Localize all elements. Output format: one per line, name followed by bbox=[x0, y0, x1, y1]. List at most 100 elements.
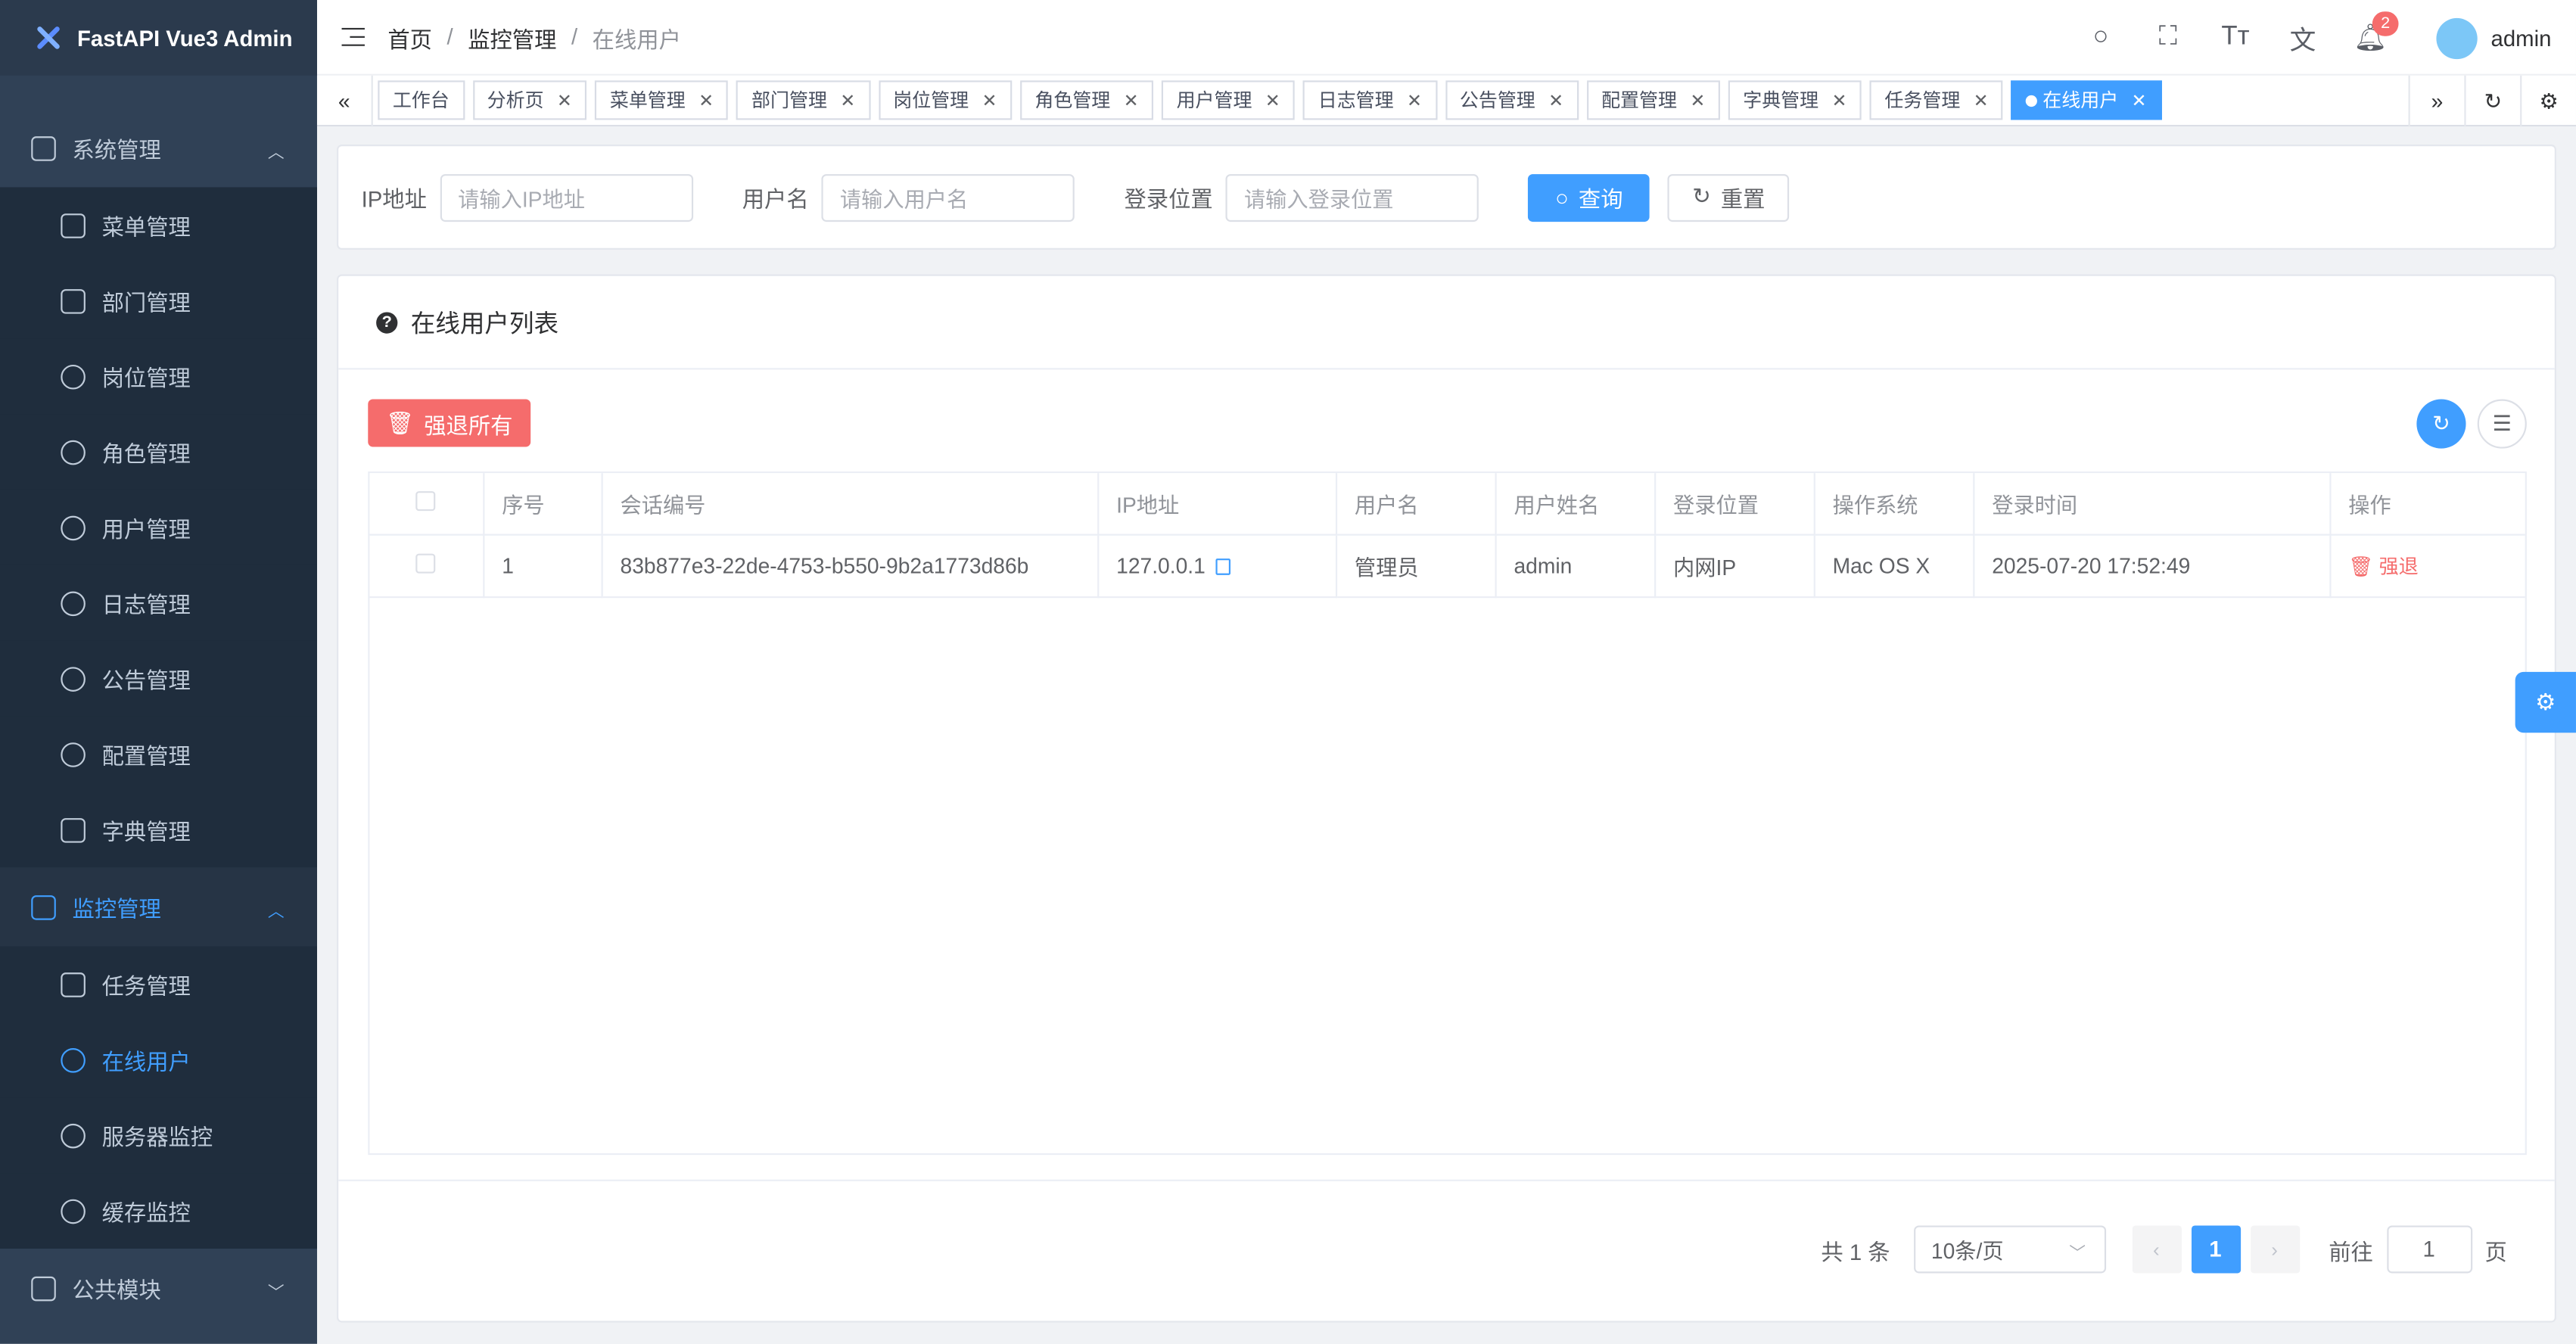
location-input[interactable]: 请输入登录位置 bbox=[1226, 173, 1479, 221]
tag-label: 工作台 bbox=[392, 92, 450, 112]
sidebar-item-post[interactable]: 岗位管理 bbox=[0, 338, 317, 415]
menu-group-system[interactable]: 系统管理 ︿ bbox=[0, 108, 317, 187]
close-icon[interactable]: ✕ bbox=[1690, 89, 1705, 110]
collapse-menu-icon[interactable] bbox=[341, 26, 365, 47]
close-icon[interactable]: ✕ bbox=[698, 89, 714, 110]
sidebar-item-menu[interactable]: 菜单管理 bbox=[0, 187, 317, 263]
sidebar-item-notice[interactable]: 公告管理 bbox=[0, 640, 317, 717]
close-icon[interactable]: ✕ bbox=[1407, 89, 1422, 110]
tags-scroll-right-icon[interactable]: » bbox=[2408, 75, 2465, 127]
breadcrumb-monitor[interactable]: 监控管理 bbox=[468, 20, 556, 53]
close-icon[interactable]: ✕ bbox=[1974, 89, 1989, 110]
search-icon[interactable]: ○ bbox=[2067, 0, 2134, 76]
fullscreen-icon[interactable]: ⛶ bbox=[2134, 0, 2201, 76]
column-header[interactable]: 序号 bbox=[483, 473, 602, 535]
close-icon[interactable]: ✕ bbox=[2132, 89, 2147, 110]
page-size-value: 10条/页 bbox=[1930, 1238, 2004, 1264]
gear-icon[interactable]: ⚙ bbox=[2520, 75, 2576, 127]
column-header[interactable]: IP地址 bbox=[1097, 473, 1337, 535]
sidebar-item-label: 用户管理 bbox=[101, 517, 191, 543]
app-logo[interactable]: FastAPI Vue3 Admin bbox=[0, 0, 317, 76]
close-icon[interactable]: ✕ bbox=[1124, 89, 1139, 110]
column-header[interactable]: 登录位置 bbox=[1654, 473, 1815, 535]
row-checkbox[interactable] bbox=[415, 552, 436, 573]
document-icon bbox=[31, 1275, 56, 1301]
tags-scroll-left-icon[interactable]: « bbox=[317, 74, 373, 126]
column-header[interactable]: 操作系统 bbox=[1813, 473, 1974, 535]
tag-role[interactable]: 角色管理 ✕ bbox=[1019, 80, 1154, 120]
system-settings-icon bbox=[31, 135, 56, 160]
table-row: 1 83b877e3-22de-4753-b550-9b2a1773d86b 1… bbox=[369, 534, 2525, 598]
sidebar-item-user[interactable]: 用户管理 bbox=[0, 489, 317, 565]
sidebar-item-task[interactable]: 任务管理 bbox=[0, 946, 317, 1022]
task-icon bbox=[61, 972, 86, 997]
sidebar-item-log[interactable]: 日志管理 bbox=[0, 565, 317, 641]
close-icon[interactable]: ✕ bbox=[1831, 89, 1846, 110]
sidebar-item-dept[interactable]: 部门管理 bbox=[0, 263, 317, 339]
sidebar-item-dict[interactable]: 字典管理 bbox=[0, 792, 317, 868]
tag-workbench[interactable]: 工作台 bbox=[378, 80, 465, 120]
sidebar-item-online-user[interactable]: 在线用户 bbox=[0, 1022, 317, 1098]
reset-button[interactable]: ↻ 重置 bbox=[1668, 173, 1790, 221]
column-header[interactable]: 登录时间 bbox=[1973, 473, 2331, 535]
force-logout-all-button[interactable]: 🗑︎ 强退所有 bbox=[368, 399, 531, 447]
tag-online-user[interactable]: 在线用户 ✕ bbox=[2011, 80, 2162, 120]
tag-label: 字典管理 bbox=[1743, 92, 1819, 112]
tag-dict[interactable]: 字典管理 ✕ bbox=[1728, 80, 1862, 120]
select-all-checkbox[interactable] bbox=[415, 490, 436, 511]
ip-input[interactable]: 请输入IP地址 bbox=[440, 173, 693, 221]
sidebar-item-server[interactable]: 服务器监控 bbox=[0, 1097, 317, 1174]
row-select-cell bbox=[369, 534, 484, 598]
goto-page-input[interactable]: 1 bbox=[2386, 1225, 2472, 1274]
column-settings-button[interactable]: ☰ bbox=[2477, 399, 2527, 449]
refresh-icon[interactable]: ↻ bbox=[2464, 75, 2520, 127]
sidebar-item-cache[interactable]: 缓存监控 bbox=[0, 1173, 317, 1249]
table-header-row: 序号 会话编号 IP地址 用户名 用户姓名 登录位置 操作系统 登录时间 操作 bbox=[369, 473, 2525, 535]
sidebar-item-role[interactable]: 角色管理 bbox=[0, 414, 317, 490]
page-size-select[interactable]: 10条/页 ﹀ bbox=[1913, 1225, 2106, 1274]
breadcrumb-home[interactable]: 首页 bbox=[387, 20, 432, 53]
next-page-button[interactable]: › bbox=[2250, 1225, 2300, 1274]
bell-icon[interactable]: 🔔︎ 2 bbox=[2336, 0, 2403, 76]
tag-menu[interactable]: 菜单管理 ✕ bbox=[595, 80, 729, 120]
close-icon[interactable]: ✕ bbox=[1548, 89, 1563, 110]
menu-group-monitor[interactable]: 监控管理 ︿ bbox=[0, 867, 317, 947]
close-icon[interactable]: ✕ bbox=[557, 89, 572, 110]
avatar[interactable] bbox=[2436, 17, 2478, 59]
force-logout-link[interactable]: 🗑︎ 强退 bbox=[2348, 555, 2418, 577]
tag-post[interactable]: 岗位管理 ✕ bbox=[878, 80, 1013, 120]
tag-dept[interactable]: 部门管理 ✕ bbox=[736, 80, 870, 120]
user-name[interactable]: admin bbox=[2491, 26, 2552, 51]
query-button[interactable]: ○ 查询 bbox=[1528, 173, 1650, 221]
tag-user[interactable]: 用户管理 ✕ bbox=[1162, 80, 1296, 120]
index-cell: 1 bbox=[483, 534, 602, 598]
tag-notice[interactable]: 公告管理 ✕ bbox=[1445, 80, 1579, 120]
close-icon[interactable]: ✕ bbox=[840, 89, 855, 110]
ip-label: IP地址 bbox=[361, 187, 427, 213]
compass-icon bbox=[61, 1198, 86, 1224]
monitor-icon bbox=[31, 894, 56, 919]
username-input[interactable]: 请输入用户名 bbox=[822, 173, 1075, 221]
refresh-table-button[interactable]: ↻ bbox=[2416, 399, 2466, 449]
font-size-icon[interactable]: Tт bbox=[2201, 0, 2269, 76]
column-header[interactable]: 会话编号 bbox=[601, 473, 1099, 535]
config-icon bbox=[61, 742, 86, 767]
question-icon[interactable]: ? bbox=[376, 311, 398, 333]
tag-label: 公告管理 bbox=[1459, 92, 1535, 112]
tag-task[interactable]: 任务管理 ✕ bbox=[1869, 80, 2004, 120]
sidebar-item-config[interactable]: 配置管理 bbox=[0, 716, 317, 792]
tag-log[interactable]: 日志管理 ✕ bbox=[1303, 80, 1437, 120]
column-header[interactable]: 用户名 bbox=[1335, 473, 1496, 535]
prev-page-button[interactable]: ‹ bbox=[2131, 1225, 2181, 1274]
settings-drawer-button[interactable]: ⚙ bbox=[2515, 671, 2576, 733]
column-header[interactable]: 用户姓名 bbox=[1495, 473, 1656, 535]
menu-group-common[interactable]: 公共模块 ﹀ bbox=[0, 1249, 317, 1327]
translate-icon[interactable]: 文 bbox=[2269, 0, 2336, 76]
close-icon[interactable]: ✕ bbox=[982, 89, 997, 110]
log-icon bbox=[61, 590, 86, 616]
tag-analysis[interactable]: 分析页 ✕ bbox=[472, 80, 587, 120]
copy-icon[interactable] bbox=[1215, 558, 1230, 575]
page-number-current[interactable]: 1 bbox=[2190, 1225, 2241, 1274]
tag-config[interactable]: 配置管理 ✕ bbox=[1586, 80, 1720, 120]
close-icon[interactable]: ✕ bbox=[1265, 89, 1280, 110]
